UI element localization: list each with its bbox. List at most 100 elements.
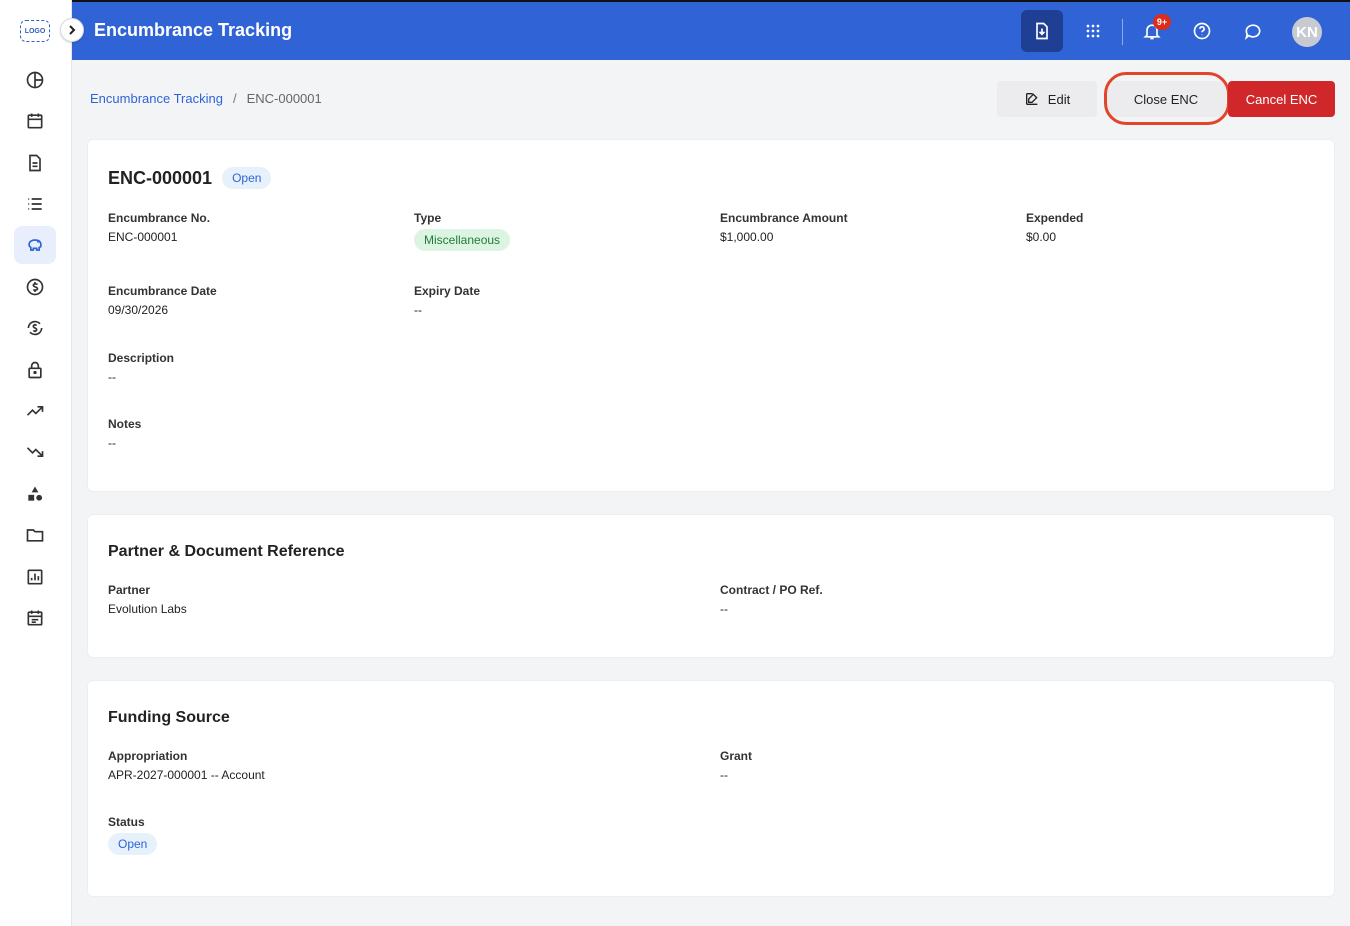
sidebar-item-expenses[interactable]: [14, 433, 56, 471]
field-expiry-date: Expiry Date --: [414, 284, 480, 317]
encumbrance-id: ENC-000001: [108, 167, 213, 188]
field-contract-ref: Contract / PO Ref. --: [720, 583, 823, 616]
trending-down-icon: [26, 447, 44, 457]
lock-icon: [28, 361, 42, 379]
field-encumbrance-no: Encumbrance No. ENC-000001: [108, 211, 210, 244]
section-title: Funding Source: [108, 709, 230, 726]
status-badge: Open: [108, 833, 158, 855]
field-label: Encumbrance Amount: [720, 211, 848, 225]
export-button[interactable]: [1021, 10, 1063, 52]
field-partner: Partner Evolution Labs: [108, 583, 187, 616]
page-title: Encumbrance Tracking: [94, 20, 293, 40]
sidebar-item-exchange[interactable]: [14, 309, 56, 347]
field-value: --: [108, 436, 116, 450]
help-button[interactable]: [1181, 10, 1223, 52]
sidebar-item-payments[interactable]: [14, 268, 56, 306]
details-card: ENC-000001 Open Encumbrance No. ENC-0000…: [87, 139, 1335, 492]
field-label: Notes: [108, 417, 142, 431]
field-value: 09/30/2026: [108, 303, 169, 317]
piggy-bank-icon: [28, 239, 42, 251]
chat-button[interactable]: [1232, 10, 1274, 52]
notifications-button[interactable]: 9+: [1131, 10, 1173, 52]
field-label: Contract / PO Ref.: [720, 583, 823, 597]
notification-badge: 9+: [1153, 14, 1171, 30]
status-badge: Open: [222, 167, 272, 189]
field-expended: Expended $0.00: [1026, 211, 1083, 244]
field-value: --: [108, 370, 116, 384]
chevron-right-icon: [69, 25, 76, 35]
sidebar-expand-button[interactable]: [60, 18, 84, 42]
field-type: Type Miscellaneous: [414, 211, 511, 251]
sidebar-item-dashboard[interactable]: [14, 61, 56, 99]
shapes-icon: [28, 486, 43, 501]
breadcrumb-separator: /: [232, 91, 237, 106]
currency-exchange-icon: [27, 320, 43, 336]
trending-up-icon: [26, 406, 44, 416]
cancel-enc-button[interactable]: Cancel ENC: [1228, 81, 1335, 117]
schedule-icon: [27, 610, 43, 626]
partner-card: Partner & Document Reference Partner Evo…: [87, 514, 1335, 658]
field-appropriation: Appropriation APR-2027-000001 -- Account: [108, 749, 265, 782]
cancel-enc-button-label: Cancel ENC: [1245, 91, 1318, 107]
sidebar-item-locks[interactable]: [14, 351, 56, 389]
field-label: Partner: [108, 583, 151, 597]
field-amount: Encumbrance Amount $1,000.00: [720, 211, 848, 244]
calendar-icon: [27, 113, 43, 129]
sidebar-item-categories[interactable]: [14, 475, 56, 513]
document-icon: [29, 154, 41, 172]
edit-button[interactable]: Edit: [997, 81, 1097, 117]
field-status: Status Open: [108, 815, 158, 855]
chat-icon: [1244, 24, 1261, 40]
field-label: Appropriation: [108, 749, 188, 763]
top-header: Encumbrance Tracking 9+ KN: [72, 0, 1350, 60]
field-label: Expiry Date: [414, 284, 481, 298]
edit-button-label: Edit: [1047, 91, 1071, 107]
funding-card: Funding Source Appropriation APR-2027-00…: [87, 680, 1335, 897]
field-label: Description: [108, 351, 175, 365]
field-value: $1,000.00: [720, 230, 774, 244]
list-icon: [28, 198, 42, 210]
dollar-circle-icon: [26, 278, 44, 296]
encumbrance-heading: ENC-000001 Open: [108, 167, 272, 189]
section-title: Partner & Document Reference: [108, 543, 345, 560]
bar-chart-icon: [27, 569, 43, 585]
folder-icon: [26, 529, 44, 542]
field-value: --: [720, 602, 728, 616]
field-grant: Grant --: [720, 749, 752, 782]
download-document-icon: [1036, 22, 1048, 40]
sidebar-item-list[interactable]: [14, 185, 56, 223]
header-divider: [1122, 19, 1123, 45]
avatar[interactable]: KN: [1292, 17, 1322, 47]
sidebar-item-folders[interactable]: [14, 516, 56, 554]
logo: LOGO: [20, 20, 50, 42]
field-value: --: [414, 303, 422, 317]
highlight-annotation: [1104, 72, 1230, 125]
sidebar-item-encumbrance[interactable]: [14, 226, 56, 264]
grid-icon: [1086, 24, 1100, 38]
field-value: --: [720, 768, 728, 782]
field-label: Encumbrance No.: [108, 211, 211, 225]
sidebar-item-calendar[interactable]: [14, 102, 56, 140]
breadcrumb-current: ENC-000001: [246, 91, 322, 106]
sidebar-item-documents[interactable]: [14, 144, 56, 182]
field-encumbrance-date: Encumbrance Date 09/30/2026: [108, 284, 217, 317]
field-value: $0.00: [1026, 230, 1057, 244]
field-value: Evolution Labs: [108, 602, 187, 616]
field-value: APR-2027-000001 -- Account: [108, 768, 265, 782]
sidebar-item-revenue[interactable]: [14, 392, 56, 430]
breadcrumb: Encumbrance Tracking / ENC-000001: [90, 91, 322, 106]
field-label: Grant: [720, 749, 753, 763]
field-notes: Notes --: [108, 417, 141, 450]
type-badge: Miscellaneous: [414, 229, 511, 251]
field-label: Type: [414, 211, 442, 225]
help-icon: [1193, 22, 1211, 40]
edit-icon: [1025, 93, 1038, 105]
apps-button[interactable]: [1072, 10, 1114, 52]
breadcrumb-parent-link[interactable]: Encumbrance Tracking: [90, 91, 223, 106]
sidebar: LOGO: [0, 0, 72, 926]
field-label: Encumbrance Date: [108, 284, 217, 298]
field-label: Status: [108, 815, 145, 829]
field-label: Expended: [1026, 211, 1084, 225]
sidebar-item-reports[interactable]: [14, 558, 56, 596]
sidebar-item-schedule[interactable]: [14, 599, 56, 637]
